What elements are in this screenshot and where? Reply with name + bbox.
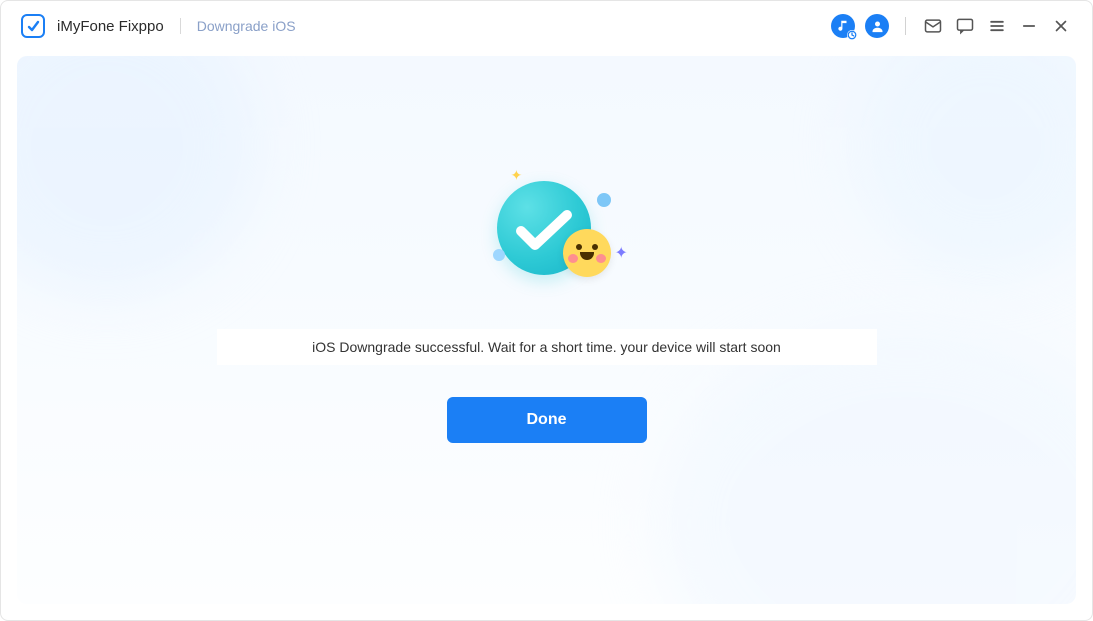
main-panel: ✦ ✦ iOS Downgrade successful. Wait for a…: [17, 56, 1076, 604]
sparkle-icon: ✦: [615, 243, 628, 263]
content-area: ✦ ✦ iOS Downgrade successful. Wait for a…: [17, 56, 1076, 604]
status-message: iOS Downgrade successful. Wait for a sho…: [217, 329, 877, 365]
breadcrumb: Downgrade iOS: [197, 18, 296, 34]
music-icon[interactable]: [831, 14, 855, 38]
title-divider: [180, 18, 181, 34]
profile-icon[interactable]: [865, 14, 889, 38]
close-icon[interactable]: [1050, 15, 1072, 37]
titlebar-right: [831, 14, 1072, 38]
done-button[interactable]: Done: [447, 397, 647, 443]
success-illustration: ✦ ✦: [467, 171, 627, 291]
titlebar: iMyFone Fixppo Downgrade iOS: [1, 1, 1092, 51]
app-logo-icon: [21, 14, 45, 38]
titlebar-divider: [905, 17, 906, 35]
app-title: iMyFone Fixppo: [57, 18, 164, 35]
smiley-icon: [563, 229, 611, 277]
minimize-icon[interactable]: [1018, 15, 1040, 37]
sparkle-icon: ✦: [511, 167, 523, 184]
decorative-dot: [597, 193, 611, 207]
chat-icon[interactable]: [954, 15, 976, 37]
menu-icon[interactable]: [986, 15, 1008, 37]
titlebar-left: iMyFone Fixppo Downgrade iOS: [21, 14, 296, 38]
decorative-dot: [493, 249, 505, 261]
mail-icon[interactable]: [922, 15, 944, 37]
